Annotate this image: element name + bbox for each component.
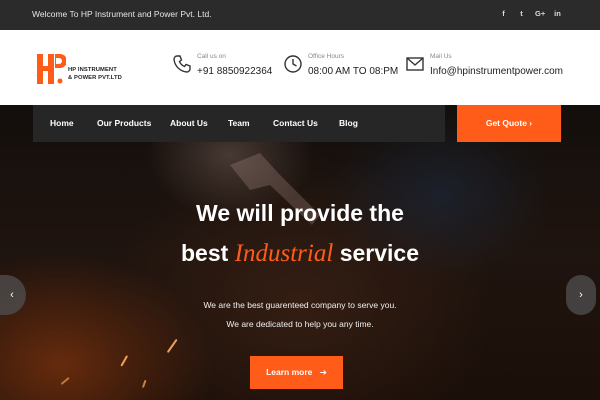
google-plus-icon[interactable]: G+ bbox=[535, 8, 545, 19]
chevron-left-icon: ‹ bbox=[10, 289, 14, 301]
get-quote-button[interactable]: Get Quote › bbox=[457, 105, 561, 142]
headline-accent-industrial: Industrial bbox=[234, 240, 334, 267]
clock-icon bbox=[284, 55, 302, 73]
site-header: HP INSTRUMENT & POWER PVT.LTD Call us on… bbox=[0, 30, 600, 105]
nav-item-team[interactable]: Team bbox=[228, 118, 250, 128]
hero-subtext-line2: We are dedicated to help you any time. bbox=[226, 319, 374, 329]
headline-word-best: best bbox=[180, 240, 229, 266]
social-links: f t G+ in bbox=[499, 8, 562, 19]
email-address[interactable]: Info@hpinstrumentpower.com bbox=[430, 66, 563, 77]
logo-text: HP INSTRUMENT & POWER PVT.LTD bbox=[68, 67, 122, 81]
twitter-icon[interactable]: t bbox=[517, 8, 526, 19]
nav-item-home[interactable]: Home bbox=[50, 118, 74, 128]
phone-number[interactable]: +91 8850922364 bbox=[197, 66, 272, 77]
main-nav: Home Our Products About Us Team Contact … bbox=[33, 105, 445, 142]
hero-subtext-line1: We are the best guarenteed company to se… bbox=[203, 300, 397, 310]
welcome-text: Welcome To HP Instrument and Power Pvt. … bbox=[32, 9, 212, 19]
learn-more-label: Learn more bbox=[266, 367, 313, 377]
get-quote-label: Get Quote bbox=[485, 118, 527, 128]
top-bar: Welcome To HP Instrument and Power Pvt. … bbox=[0, 0, 600, 30]
call-label: Call us on bbox=[197, 53, 226, 60]
hp-logo-mark-icon bbox=[37, 54, 66, 84]
phone-icon bbox=[173, 55, 191, 73]
mail-label: Mail Us bbox=[430, 53, 452, 60]
linkedin-icon[interactable]: in bbox=[553, 8, 562, 19]
nav-item-contact-us[interactable]: Contact Us bbox=[273, 118, 318, 128]
hero-headline-line1: We will provide the bbox=[196, 200, 404, 226]
logo[interactable]: HP INSTRUMENT & POWER PVT.LTD bbox=[36, 52, 156, 92]
slider-next-button[interactable]: › bbox=[566, 275, 596, 315]
arrow-right-icon: ➔ bbox=[319, 367, 327, 377]
hours-value: 08:00 AM TO 08:PM bbox=[308, 66, 399, 77]
chevron-right-icon: › bbox=[579, 289, 583, 301]
facebook-icon[interactable]: f bbox=[499, 8, 508, 19]
learn-more-button[interactable]: Learn more ➔ bbox=[250, 356, 343, 389]
hero-headline-line2: best Industrial service bbox=[0, 240, 600, 268]
nav-item-blog[interactable]: Blog bbox=[339, 118, 358, 128]
chevron-right-icon: › bbox=[526, 118, 533, 128]
hours-label: Office Hours bbox=[308, 53, 345, 60]
nav-item-about-us[interactable]: About Us bbox=[170, 118, 208, 128]
nav-item-our-products[interactable]: Our Products bbox=[97, 118, 151, 128]
headline-word-service: service bbox=[339, 240, 419, 266]
mail-icon bbox=[406, 57, 424, 71]
